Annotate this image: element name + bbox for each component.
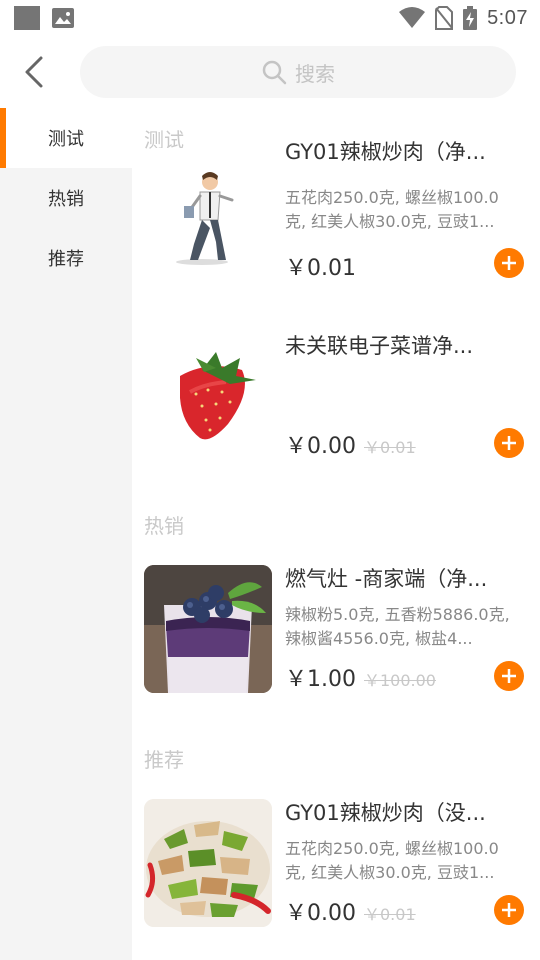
product-price: ￥0.00 <box>285 901 356 926</box>
product-price: ￥1.00 <box>285 667 356 692</box>
add-to-cart-button[interactable] <box>494 895 524 925</box>
no-sim-icon <box>435 6 454 30</box>
product-price: ￥0.00 <box>285 434 356 459</box>
plus-icon <box>502 903 516 917</box>
original-price: ￥100.00 <box>364 671 436 690</box>
sidebar-item-test[interactable]: 测试 <box>0 108 132 168</box>
plus-icon <box>502 256 516 270</box>
plus-icon <box>502 669 516 683</box>
section-title-recommend: 推荐 <box>144 748 184 772</box>
product-card[interactable]: GY01辣椒炒肉（没... 五花肉250.0克, 螺丝椒100.0克, 红美人椒… <box>144 799 534 931</box>
product-ingredients: 辣椒粉5.0克, 五香粉5886.0克, 辣椒酱4556.0克, 椒盐4... <box>285 605 510 648</box>
stir-fry-image <box>144 799 272 927</box>
product-card[interactable]: GY01辣椒炒肉（净... 五花肉250.0克, 螺丝椒100.0克, 红美人椒… <box>144 140 534 282</box>
product-ingredients: 五花肉250.0克, 螺丝椒100.0克, 红美人椒30.0克, 豆豉1... <box>285 839 499 882</box>
original-price: ￥0.01 <box>364 905 416 924</box>
add-to-cart-button[interactable] <box>494 428 524 458</box>
add-to-cart-button[interactable] <box>494 661 524 691</box>
price-row: ￥0.01 <box>285 250 356 282</box>
sidebar-item-label: 热销 <box>48 189 84 210</box>
status-bar: 5:07 <box>0 0 540 36</box>
plus-icon <box>502 436 516 450</box>
product-list: 测试 GY01辣椒炒肉（净... 五花肉250.0克, 螺丝椒100.0克, 红… <box>132 108 540 960</box>
search-placeholder: 搜索 <box>295 61 335 86</box>
image-notification-icon <box>52 8 74 28</box>
battery-charging-icon <box>463 6 478 30</box>
product-ingredients: 五花肉250.0克, 螺丝椒100.0克, 红美人椒30.0克, 豆豉1... <box>285 188 499 231</box>
notification-square-icon <box>14 6 40 30</box>
product-name: GY01辣椒炒肉（净... <box>285 140 486 164</box>
original-price: ￥0.01 <box>364 438 416 457</box>
product-card[interactable]: 未关联电子菜谱净... ￥0.00 ￥0.01 <box>144 332 534 464</box>
product-name: 未关联电子菜谱净... <box>285 334 474 358</box>
product-name: 燃气灶 -商家端（净... <box>285 567 488 591</box>
sidebar-item-recommend[interactable]: 推荐 <box>0 228 132 288</box>
product-card[interactable]: 燃气灶 -商家端（净... 辣椒粉5.0克, 五香粉5886.0克, 辣椒酱45… <box>144 565 534 697</box>
blueberry-dessert-image <box>144 565 272 693</box>
back-button[interactable] <box>14 52 54 92</box>
category-sidebar: 测试 热销 推荐 <box>0 108 132 960</box>
section-title-hot: 热销 <box>144 514 184 538</box>
add-to-cart-button[interactable] <box>494 248 524 278</box>
product-name: GY01辣椒炒肉（没... <box>285 801 486 825</box>
wifi-icon <box>399 7 426 28</box>
search-icon <box>262 60 287 85</box>
product-price: ￥0.01 <box>285 256 356 281</box>
sidebar-item-hot[interactable]: 热销 <box>0 168 132 228</box>
clock-time: 5:07 <box>487 6 528 29</box>
price-row: ￥0.00 ￥0.01 <box>285 428 416 460</box>
running-man-image <box>144 148 272 276</box>
price-row: ￥1.00 ￥100.00 <box>285 661 436 693</box>
sidebar-item-label: 推荐 <box>48 249 84 270</box>
price-row: ￥0.00 ￥0.01 <box>285 895 416 927</box>
search-input[interactable]: 搜索 <box>80 46 516 98</box>
sidebar-item-label: 测试 <box>48 129 84 150</box>
strawberry-image <box>144 332 272 460</box>
chevron-left-icon <box>25 56 43 88</box>
